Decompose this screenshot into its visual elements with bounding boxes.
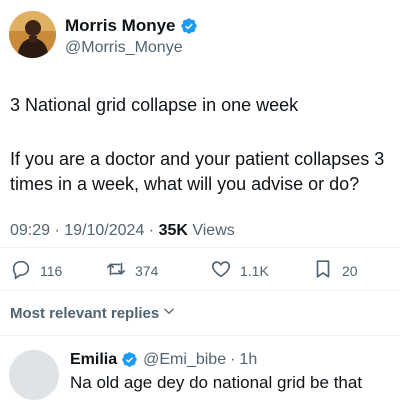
reply-text: Na old age dey do national grid be that (70, 373, 363, 392)
meta-separator: · (50, 222, 65, 239)
tweet-text-line-1: 3 National grid collapse in one week (10, 95, 299, 115)
reply-avatar[interactable] (9, 350, 59, 400)
reply-time[interactable]: 1h (239, 351, 257, 369)
views-label: Views (187, 222, 235, 239)
bookmark-count: 20 (342, 262, 358, 279)
verified-badge-icon (180, 17, 198, 35)
reply-author-handle[interactable]: @Emi_bibe (143, 351, 226, 369)
like-count: 1.1K (240, 262, 269, 279)
bookmark-button[interactable]: 20 (312, 258, 358, 283)
like-icon (210, 258, 232, 283)
reply-icon (10, 258, 32, 283)
author-name[interactable]: Morris Monye (65, 16, 176, 36)
bookmark-icon (312, 258, 334, 283)
chevron-down-icon (162, 304, 176, 322)
reply-separator: · (230, 351, 236, 368)
verified-badge-icon (121, 351, 139, 369)
reply-button[interactable]: 116 (10, 258, 62, 283)
repost-icon (105, 258, 127, 283)
tweet-text-line-2: If you are a doctor and your patient col… (10, 149, 385, 169)
repost-button[interactable]: 374 (105, 258, 158, 283)
divider (0, 335, 400, 336)
author-name-row[interactable]: Morris Monye (65, 16, 198, 36)
replies-sort-label: Most relevant replies (10, 304, 160, 322)
like-button[interactable]: 1.1K (210, 258, 269, 283)
tweet-time[interactable]: 09:29 (10, 222, 50, 239)
tweet-text-line-3: times in a week, what will you advise or… (10, 174, 360, 194)
meta-separator: · (144, 222, 159, 239)
replies-sort-dropdown[interactable]: Most relevant replies (10, 304, 176, 322)
reply-author-name[interactable]: Emilia (70, 351, 117, 369)
views-count[interactable]: 35K (159, 222, 188, 239)
divider (0, 290, 400, 291)
author-avatar[interactable] (9, 11, 56, 58)
repost-count: 374 (135, 262, 159, 279)
tweet-meta: 09:29 · 19/10/2024 · 35K Views (10, 222, 235, 240)
divider (0, 247, 400, 248)
reply-count: 116 (40, 262, 63, 279)
author-handle[interactable]: @Morris_Monye (65, 39, 183, 57)
reply-header: Emilia @Emi_bibe · 1h (70, 351, 257, 369)
tweet-date[interactable]: 19/10/2024 (64, 222, 144, 239)
